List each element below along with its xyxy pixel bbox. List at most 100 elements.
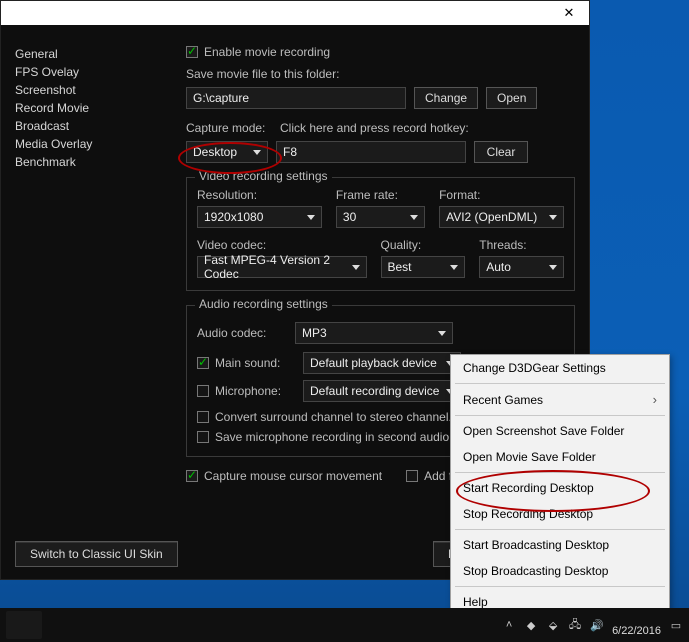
menu-open-movie-folder[interactable]: Open Movie Save Folder xyxy=(451,444,669,470)
menu-label: Change D3DGear Settings xyxy=(463,361,606,375)
sidebar-item-media-overlay[interactable]: Media Overlay xyxy=(15,135,165,153)
taskbar-left xyxy=(6,611,42,639)
enable-recording-checkbox[interactable]: Enable movie recording xyxy=(186,45,575,59)
video-settings-group: Video recording settings Resolution: 192… xyxy=(186,177,575,291)
tray-volume-icon[interactable]: 🔊 xyxy=(590,618,604,632)
audio-codec-value: MP3 xyxy=(302,326,327,340)
audio-codec-select[interactable]: MP3 xyxy=(295,322,453,344)
threads-select[interactable]: Auto xyxy=(479,256,564,278)
convert-surround-label: Convert surround channel to stereo chann… xyxy=(215,410,452,424)
sidebar-item-screenshot[interactable]: Screenshot xyxy=(15,81,165,99)
capture-mode-value: Desktop xyxy=(193,145,237,159)
resolution-select[interactable]: 1920x1080 xyxy=(197,206,322,228)
menu-separator xyxy=(455,586,665,587)
sidebar-item-broadcast[interactable]: Broadcast xyxy=(15,117,165,135)
menu-change-settings[interactable]: Change D3DGear Settings xyxy=(451,355,669,381)
menu-recent-games[interactable]: Recent Games xyxy=(451,386,669,413)
sidebar-item-general[interactable]: General xyxy=(15,45,165,63)
microphone-label: Microphone: xyxy=(215,384,281,398)
close-icon[interactable]: ✕ xyxy=(555,3,583,23)
system-tray: ˄ ◆ ⬙ 🖧 🔊 . 6/22/2016 ▭ xyxy=(502,613,683,637)
quality-value: Best xyxy=(388,260,412,274)
save-mic-track-label: Save microphone recording in second audi… xyxy=(215,430,472,444)
checkbox-icon xyxy=(197,385,209,397)
sidebar-item-benchmark[interactable]: Benchmark xyxy=(15,153,165,171)
menu-open-screenshot-folder[interactable]: Open Screenshot Save Folder xyxy=(451,418,669,444)
enable-recording-label: Enable movie recording xyxy=(204,45,330,59)
menu-start-recording[interactable]: Start Recording Desktop xyxy=(451,475,669,501)
menu-stop-broadcasting[interactable]: Stop Broadcasting Desktop xyxy=(451,558,669,584)
tray-context-menu: Change D3DGear Settings Recent Games Ope… xyxy=(450,354,670,642)
codec-label: Video codec: xyxy=(197,238,367,252)
main-sound-label: Main sound: xyxy=(215,356,280,370)
capture-mode-label: Capture mode: xyxy=(186,121,272,135)
checkbox-icon xyxy=(197,431,209,443)
capture-cursor-label: Capture mouse cursor movement xyxy=(204,469,382,483)
taskbar-app[interactable] xyxy=(6,611,42,639)
video-settings-legend: Video recording settings xyxy=(195,169,332,183)
change-button[interactable]: Change xyxy=(414,87,478,109)
framerate-select[interactable]: 30 xyxy=(336,206,425,228)
menu-label: Start Broadcasting Desktop xyxy=(463,538,609,552)
format-select[interactable]: AVI2 (OpenDML) xyxy=(439,206,564,228)
checkbox-icon xyxy=(197,357,209,369)
open-button[interactable]: Open xyxy=(486,87,537,109)
hotkey-label: Click here and press record hotkey: xyxy=(280,121,469,135)
menu-separator xyxy=(455,415,665,416)
main-sound-value: Default playback device xyxy=(310,356,437,370)
microphone-value: Default recording device xyxy=(310,384,439,398)
menu-separator xyxy=(455,383,665,384)
codec-select[interactable]: Fast MPEG-4 Version 2 Codec xyxy=(197,256,367,278)
save-folder-label: Save movie file to this folder: xyxy=(186,67,575,81)
chevron-down-icon xyxy=(253,150,261,155)
threads-value: Auto xyxy=(486,260,511,274)
capture-mode-select[interactable]: Desktop xyxy=(186,141,268,163)
resolution-value: 1920x1080 xyxy=(204,210,263,224)
framerate-value: 30 xyxy=(343,210,356,224)
framerate-label: Frame rate: xyxy=(336,188,425,202)
menu-label: Open Movie Save Folder xyxy=(463,450,596,464)
menu-separator xyxy=(455,529,665,530)
main-sound-checkbox[interactable]: Main sound: xyxy=(197,356,295,370)
checkbox-icon xyxy=(186,46,198,58)
taskbar: ˄ ◆ ⬙ 🖧 🔊 . 6/22/2016 ▭ xyxy=(0,608,689,642)
menu-start-broadcasting[interactable]: Start Broadcasting Desktop xyxy=(451,532,669,558)
classic-skin-button[interactable]: Switch to Classic UI Skin xyxy=(15,541,178,567)
menu-stop-recording[interactable]: Stop Recording Desktop xyxy=(451,501,669,527)
checkbox-icon xyxy=(406,470,418,482)
titlebar: ✕ xyxy=(1,1,589,25)
capture-cursor-checkbox[interactable]: Capture mouse cursor movement xyxy=(186,469,382,483)
resolution-label: Resolution: xyxy=(197,188,322,202)
hotkey-input[interactable] xyxy=(276,141,466,163)
microphone-checkbox[interactable]: Microphone: xyxy=(197,384,295,398)
menu-label: Stop Recording Desktop xyxy=(463,507,593,521)
threads-label: Threads: xyxy=(479,238,564,252)
tray-app-icon[interactable]: ⬙ xyxy=(546,618,560,632)
tray-up-icon[interactable]: ˄ xyxy=(502,618,516,632)
menu-label: Open Screenshot Save Folder xyxy=(463,424,624,438)
tray-network-icon[interactable]: 🖧 xyxy=(568,618,582,632)
microphone-select[interactable]: Default recording device xyxy=(303,380,461,402)
audio-codec-label: Audio codec: xyxy=(197,326,287,340)
menu-label: Stop Broadcasting Desktop xyxy=(463,564,608,578)
chevron-down-icon xyxy=(438,331,446,336)
menu-separator xyxy=(455,472,665,473)
sidebar-item-record-movie[interactable]: Record Movie xyxy=(15,99,165,117)
chevron-down-icon xyxy=(307,215,315,220)
menu-label: Recent Games xyxy=(463,393,543,407)
audio-settings-legend: Audio recording settings xyxy=(195,297,332,311)
quality-select[interactable]: Best xyxy=(381,256,466,278)
tray-app-icon[interactable]: ◆ xyxy=(524,618,538,632)
main-sound-select[interactable]: Default playback device xyxy=(303,352,461,374)
menu-label: Help xyxy=(463,595,488,609)
sidebar-item-fps-overlay[interactable]: FPS Ovelay xyxy=(15,63,165,81)
menu-label: Start Recording Desktop xyxy=(463,481,594,495)
clear-button[interactable]: Clear xyxy=(474,141,528,163)
sidebar: General FPS Ovelay Screenshot Record Mov… xyxy=(15,45,165,171)
chevron-down-icon xyxy=(410,215,418,220)
format-label: Format: xyxy=(439,188,564,202)
save-folder-input[interactable] xyxy=(186,87,406,109)
chevron-down-icon xyxy=(549,265,557,270)
taskbar-clock[interactable]: . 6/22/2016 xyxy=(612,613,661,637)
tray-notifications-icon[interactable]: ▭ xyxy=(669,618,683,632)
